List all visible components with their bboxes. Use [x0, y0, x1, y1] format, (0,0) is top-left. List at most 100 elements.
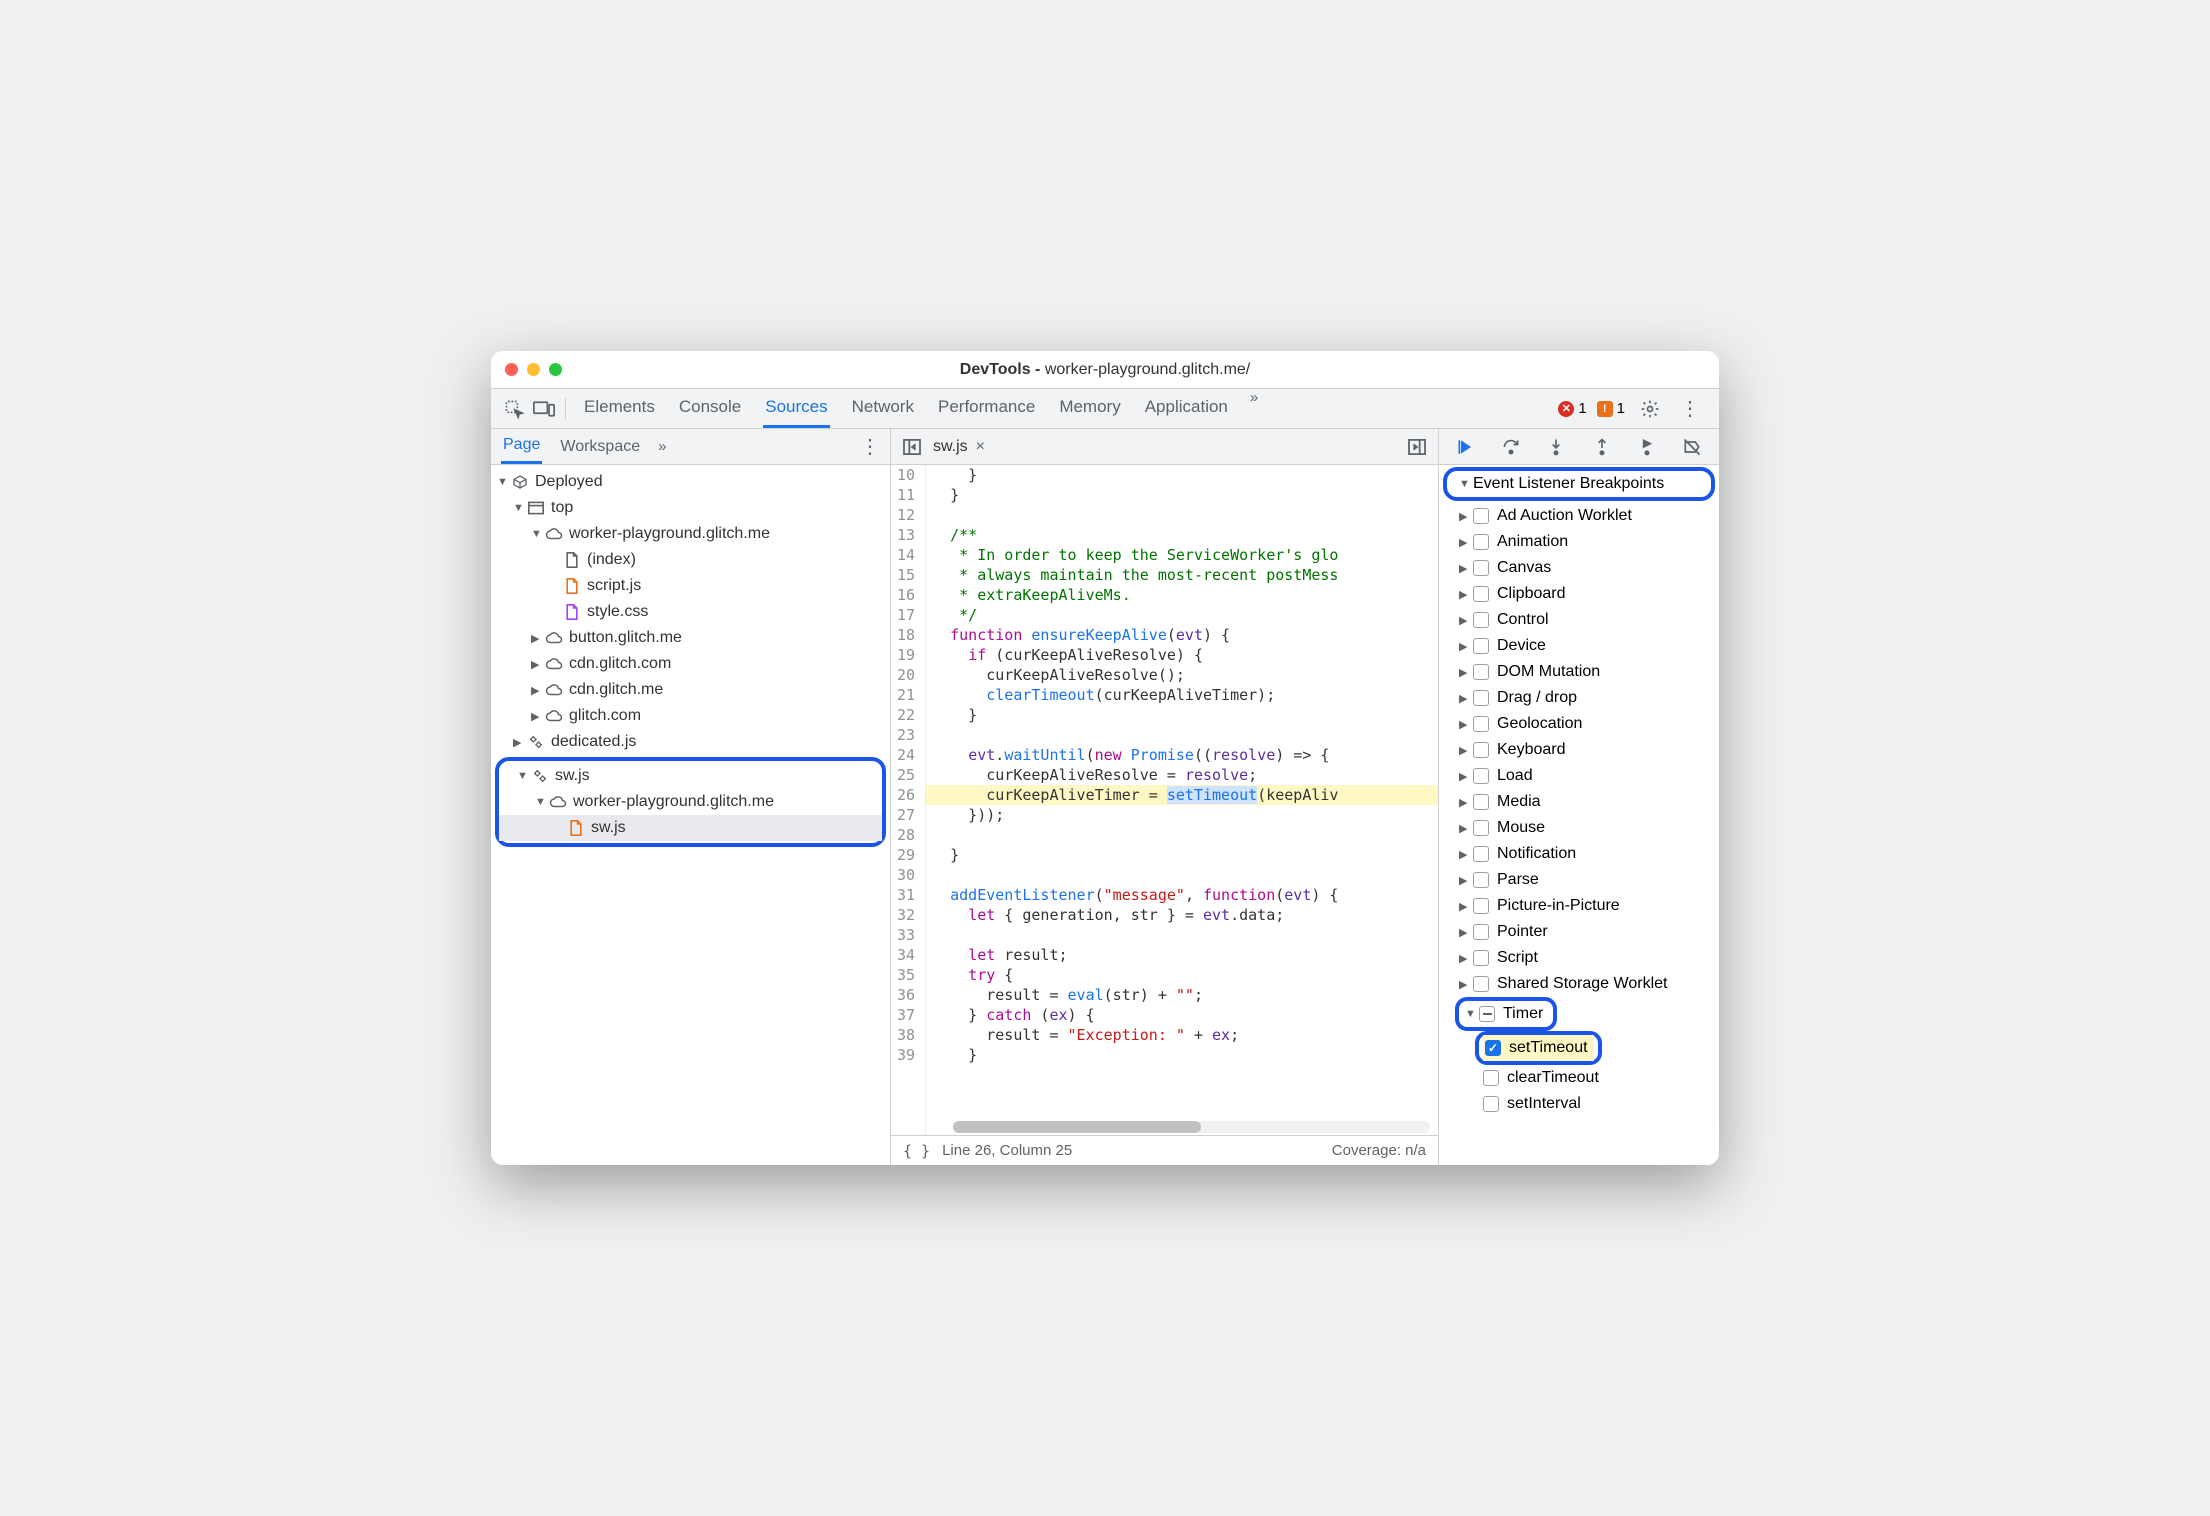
warning-count[interactable]: !1 [1597, 400, 1625, 417]
checkbox-icon[interactable] [1473, 664, 1489, 680]
checkbox-icon[interactable] [1473, 534, 1489, 550]
horizontal-scrollbar[interactable] [953, 1121, 1430, 1133]
checkbox-icon[interactable] [1473, 950, 1489, 966]
tree-sw-origin[interactable]: ▼worker-playground.glitch.me [499, 789, 882, 815]
subtab-page[interactable]: Page [501, 429, 542, 464]
checkbox-icon[interactable] [1473, 794, 1489, 810]
bp-group[interactable]: ▶Mouse [1439, 815, 1719, 841]
checkbox-icon[interactable] [1483, 1070, 1499, 1086]
bp-group[interactable]: ▶Control [1439, 607, 1719, 633]
event-listener-breakpoints-header[interactable]: ▼Event Listener Breakpoints [1453, 471, 1670, 497]
bp-group[interactable]: ▶DOM Mutation [1439, 659, 1719, 685]
tree-cdn2[interactable]: ▶cdn.glitch.me [491, 677, 890, 703]
maximize-window-button[interactable] [549, 363, 562, 376]
checkbox-icon[interactable] [1473, 820, 1489, 836]
error-count[interactable]: ✕1 [1558, 400, 1586, 417]
tab-console[interactable]: Console [677, 389, 743, 428]
navigator-panel: Page Workspace » ⋮ ▼Deployed ▼top ▼worke… [491, 429, 891, 1165]
tab-network[interactable]: Network [850, 389, 916, 428]
bp-group[interactable]: ▶Drag / drop [1439, 685, 1719, 711]
deactivate-breakpoints-icon[interactable] [1678, 433, 1706, 461]
tree-deployed[interactable]: ▼Deployed [491, 469, 890, 495]
checkbox-icon[interactable] [1473, 690, 1489, 706]
tree-glitch[interactable]: ▶glitch.com [491, 703, 890, 729]
close-tab-icon[interactable]: × [976, 438, 985, 456]
checkbox-icon[interactable] [1473, 560, 1489, 576]
tree-origin[interactable]: ▼worker-playground.glitch.me [491, 521, 890, 547]
step-into-icon[interactable] [1542, 433, 1570, 461]
step-over-icon[interactable] [1497, 433, 1525, 461]
checkbox-icon[interactable] [1473, 742, 1489, 758]
checkbox-icon[interactable] [1473, 976, 1489, 992]
bp-group-timer[interactable]: ▼Timer [1463, 1001, 1549, 1027]
checkbox-icon[interactable] [1473, 508, 1489, 524]
tab-performance[interactable]: Performance [936, 389, 1037, 428]
checkbox-mixed-icon[interactable] [1479, 1006, 1495, 1022]
checkbox-icon[interactable] [1473, 872, 1489, 888]
checkbox-icon[interactable] [1473, 638, 1489, 654]
bp-group[interactable]: ▶Picture-in-Picture [1439, 893, 1719, 919]
tree-button[interactable]: ▶button.glitch.me [491, 625, 890, 651]
css-file-icon [563, 603, 581, 621]
navigator-menu-icon[interactable]: ⋮ [860, 434, 880, 459]
checkbox-icon[interactable] [1473, 586, 1489, 602]
bp-group[interactable]: ▶Clipboard [1439, 581, 1719, 607]
tree-stylecss[interactable]: style.css [491, 599, 890, 625]
checkbox-checked-icon[interactable] [1485, 1040, 1501, 1056]
bp-group[interactable]: ▶Media [1439, 789, 1719, 815]
pretty-print-icon[interactable]: { } [903, 1142, 930, 1160]
bp-group[interactable]: ▶Ad Auction Worklet [1439, 503, 1719, 529]
checkbox-icon[interactable] [1473, 898, 1489, 914]
inspect-icon[interactable] [499, 394, 529, 424]
tree-sw-group[interactable]: ▼sw.js [499, 763, 882, 789]
close-window-button[interactable] [505, 363, 518, 376]
menu-icon[interactable]: ⋮ [1675, 394, 1705, 424]
bp-group[interactable]: ▶Shared Storage Worklet [1439, 971, 1719, 997]
bp-cleartimeout[interactable]: clearTimeout [1439, 1065, 1719, 1091]
show-debugger-icon[interactable] [1404, 439, 1430, 455]
bp-group[interactable]: ▶Script [1439, 945, 1719, 971]
checkbox-icon[interactable] [1473, 716, 1489, 732]
bp-group[interactable]: ▶Animation [1439, 529, 1719, 555]
more-tabs-icon[interactable]: » [1250, 389, 1258, 428]
tree-dedicated[interactable]: ▶dedicated.js [491, 729, 890, 755]
tree-top[interactable]: ▼top [491, 495, 890, 521]
tab-application[interactable]: Application [1143, 389, 1230, 428]
resume-icon[interactable] [1452, 433, 1480, 461]
tree-cdn1[interactable]: ▶cdn.glitch.com [491, 651, 890, 677]
main-toolbar: Elements Console Sources Network Perform… [491, 389, 1719, 429]
code-editor[interactable]: 1011121314151617181920212223242526272829… [891, 465, 1438, 1135]
bp-setinterval[interactable]: setInterval [1439, 1091, 1719, 1117]
bp-group[interactable]: ▶Notification [1439, 841, 1719, 867]
bp-group[interactable]: ▶Parse [1439, 867, 1719, 893]
bp-settimeout[interactable]: setTimeout [1483, 1035, 1594, 1061]
settings-icon[interactable] [1635, 394, 1665, 424]
checkbox-icon[interactable] [1473, 846, 1489, 862]
checkbox-icon[interactable] [1473, 924, 1489, 940]
file-tab-swjs[interactable]: sw.js× [925, 438, 993, 456]
step-out-icon[interactable] [1588, 433, 1616, 461]
subtab-workspace[interactable]: Workspace [558, 431, 642, 463]
bp-group[interactable]: ▶Load [1439, 763, 1719, 789]
cloud-icon [549, 793, 567, 811]
bp-group[interactable]: ▶Pointer [1439, 919, 1719, 945]
device-toggle-icon[interactable] [529, 394, 559, 424]
tree-scriptjs[interactable]: script.js [491, 573, 890, 599]
checkbox-icon[interactable] [1473, 768, 1489, 784]
tab-sources[interactable]: Sources [763, 389, 829, 428]
show-navigator-icon[interactable] [899, 439, 925, 455]
more-subtabs-icon[interactable]: » [658, 438, 666, 455]
bp-group[interactable]: ▶Canvas [1439, 555, 1719, 581]
tab-memory[interactable]: Memory [1057, 389, 1122, 428]
step-icon[interactable] [1633, 433, 1661, 461]
bp-group[interactable]: ▶Geolocation [1439, 711, 1719, 737]
tree-index[interactable]: (index) [491, 547, 890, 573]
checkbox-icon[interactable] [1483, 1096, 1499, 1112]
checkbox-icon[interactable] [1473, 612, 1489, 628]
tab-elements[interactable]: Elements [582, 389, 657, 428]
code-area[interactable]: } } /** * In order to keep the ServiceWo… [926, 465, 1438, 1135]
tree-sw-file[interactable]: sw.js [499, 815, 882, 841]
bp-group[interactable]: ▶Keyboard [1439, 737, 1719, 763]
minimize-window-button[interactable] [527, 363, 540, 376]
bp-group[interactable]: ▶Device [1439, 633, 1719, 659]
